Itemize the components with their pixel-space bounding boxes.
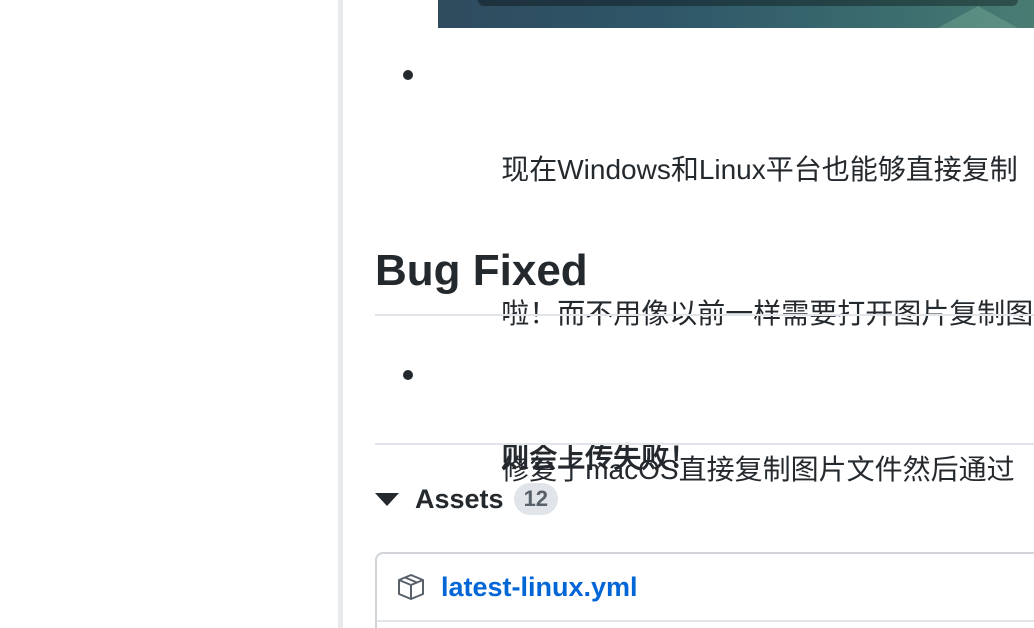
bullet-dot — [403, 70, 413, 80]
list-item-text: 现在Windows和Linux平台也能够直接复制 — [501, 154, 1018, 185]
list-item-text: 修复了macOS直接复制图片文件然后通过 — [501, 454, 1015, 485]
assets-list: latest-linux.yml — [375, 552, 1034, 628]
divider — [375, 443, 1034, 445]
assets-toggle[interactable]: Assets 12 — [375, 478, 559, 520]
bullet-dot — [403, 370, 413, 380]
asset-link[interactable]: latest-linux.yml — [441, 572, 638, 603]
screenshot-image — [438, 0, 1034, 28]
package-icon — [398, 574, 424, 600]
release-body: 现在Windows和Linux平台也能够直接复制 啦！而不用像以前一样需要打开图… — [375, 0, 1034, 628]
asset-row: latest-linux.yml — [377, 554, 1034, 622]
assets-label: Assets — [415, 483, 504, 514]
section-title: Bug Fixed — [375, 246, 588, 295]
divider — [375, 314, 1034, 316]
assets-count-badge: 12 — [513, 483, 559, 515]
list-item: 现在Windows和Linux平台也能够直接复制 — [375, 50, 1034, 242]
release-page: 现在Windows和Linux平台也能够直接复制 啦！而不用像以前一样需要打开图… — [0, 0, 1034, 628]
triangle-down-icon — [375, 492, 399, 506]
timeline-line — [338, 0, 343, 628]
